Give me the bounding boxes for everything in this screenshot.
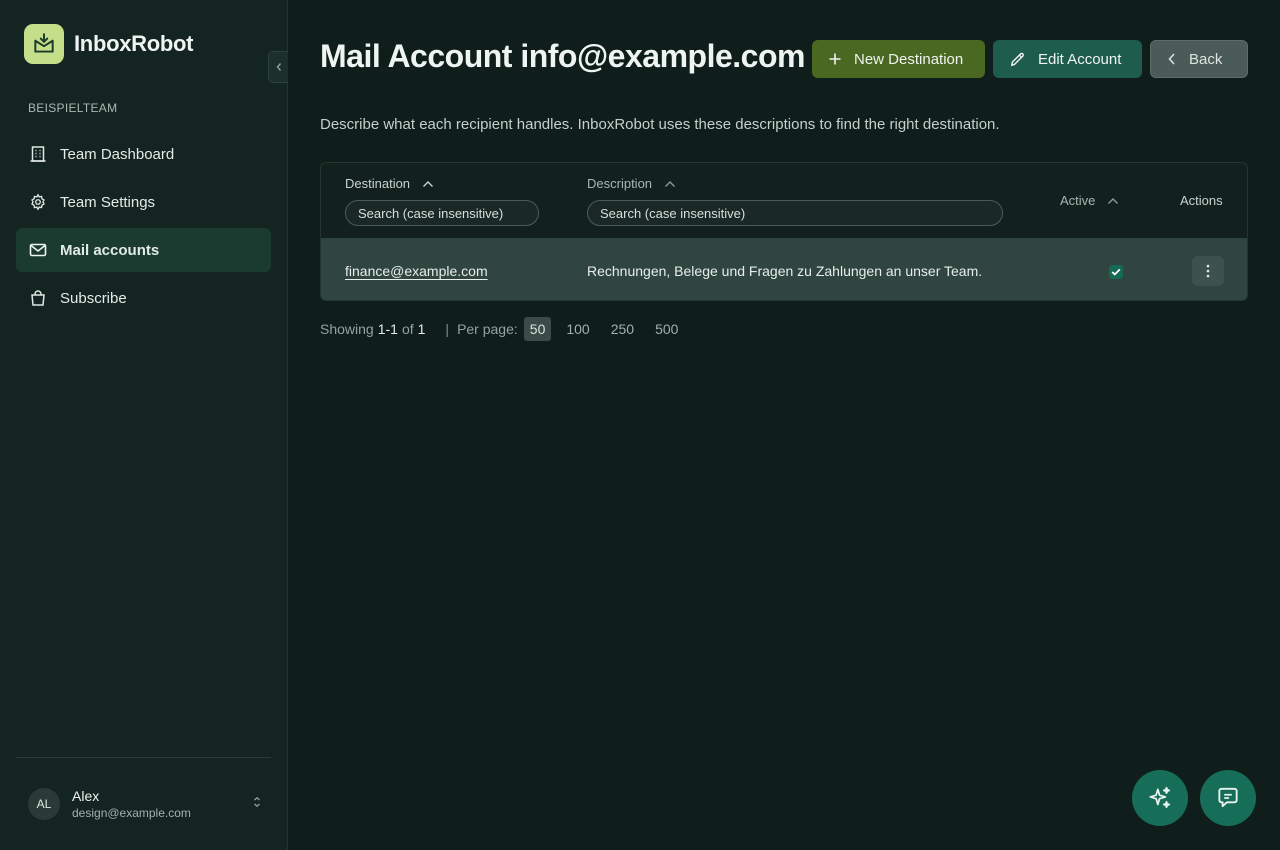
column-header-active[interactable]: Active	[1060, 193, 1119, 208]
sidebar-item-team-dashboard[interactable]: Team Dashboard	[16, 132, 271, 176]
sidebar-item-subscribe[interactable]: Subscribe	[16, 276, 271, 320]
sidebar-item-label: Mail accounts	[60, 241, 160, 259]
app-name: InboxRobot	[74, 31, 194, 56]
team-label: BEISPIELTEAM	[28, 101, 118, 115]
column-header-description[interactable]: Description	[587, 176, 676, 191]
sidebar: InboxRobot BEISPIELTEAM Team Dashboard T…	[0, 0, 288, 850]
sidebar-item-label: Team Settings	[60, 193, 156, 211]
destination-search-input[interactable]	[345, 200, 539, 226]
chat-bubble-icon	[1218, 787, 1238, 808]
chevron-left-icon	[1167, 52, 1177, 66]
chevron-up-icon	[664, 180, 676, 188]
sparkles-icon	[1149, 786, 1171, 809]
table-row[interactable]: finance@example.com Rechnungen, Belege u…	[321, 238, 1247, 300]
sidebar-item-team-settings[interactable]: Team Settings	[16, 180, 271, 224]
table-header: Destination Description Active Actions	[321, 163, 1247, 238]
page-description: Describe what each recipient handles. In…	[320, 116, 1000, 133]
destinations-table: Destination Description Active Actions f…	[320, 162, 1248, 301]
user-name: Alex	[72, 788, 100, 804]
chevron-up-icon	[1107, 197, 1119, 205]
pagination-separator: |	[445, 321, 450, 337]
plus-icon	[828, 52, 842, 66]
mail-icon	[28, 240, 48, 260]
range-value: 1-1	[377, 321, 398, 337]
row-actions-button[interactable]	[1192, 256, 1224, 286]
sidebar-collapse-button[interactable]	[268, 51, 288, 83]
chevron-up-icon	[422, 180, 434, 188]
destination-description: Rechnungen, Belege und Fragen zu Zahlung…	[587, 263, 983, 279]
sidebar-item-label: Subscribe	[60, 289, 127, 307]
shopping-bag-icon	[28, 288, 48, 308]
chevron-left-icon	[276, 63, 281, 71]
building-icon	[28, 144, 48, 164]
user-menu[interactable]: AL Alex design@example.com	[28, 788, 262, 820]
edit-account-button[interactable]: Edit Account	[993, 40, 1142, 78]
check-icon	[1111, 268, 1121, 276]
user-email: design@example.com	[72, 806, 191, 820]
avatar: AL	[28, 788, 60, 820]
per-page-label: Per page:	[457, 321, 518, 337]
sidebar-item-label: Team Dashboard	[60, 145, 175, 163]
page-title: Mail Account info@example.com	[320, 38, 805, 74]
pencil-icon	[1009, 51, 1026, 68]
pagination: Showing 1-1 of 1 | Per page: 50 100 250 …	[320, 317, 693, 341]
showing-label: Showing	[320, 321, 374, 337]
gear-icon	[28, 192, 48, 212]
inbox-robot-logo-icon	[24, 24, 64, 64]
chevron-up-down-icon	[252, 795, 262, 813]
column-header-destination[interactable]: Destination	[345, 176, 434, 191]
per-page-option-50[interactable]: 50	[523, 317, 552, 341]
new-destination-button[interactable]: New Destination	[812, 40, 985, 78]
more-vertical-icon	[1206, 264, 1210, 278]
per-page-option-250[interactable]: 250	[605, 317, 640, 341]
back-button[interactable]: Back	[1150, 40, 1248, 78]
ai-assistant-button[interactable]	[1132, 770, 1188, 826]
app-logo[interactable]: InboxRobot	[24, 24, 194, 64]
total-value: 1	[417, 321, 426, 337]
sidebar-item-mail-accounts[interactable]: Mail accounts	[16, 228, 271, 272]
active-checkbox[interactable]	[1109, 265, 1123, 279]
of-label: of	[401, 321, 414, 337]
description-search-input[interactable]	[587, 200, 1003, 226]
per-page-option-500[interactable]: 500	[649, 317, 684, 341]
sidebar-nav: Team Dashboard Team Settings Mail accoun…	[16, 132, 271, 324]
destination-link[interactable]: finance@example.com	[345, 263, 488, 279]
per-page-option-100[interactable]: 100	[560, 317, 595, 341]
column-header-actions: Actions	[1180, 193, 1223, 208]
chat-support-button[interactable]	[1200, 770, 1256, 826]
sidebar-divider	[16, 757, 271, 758]
